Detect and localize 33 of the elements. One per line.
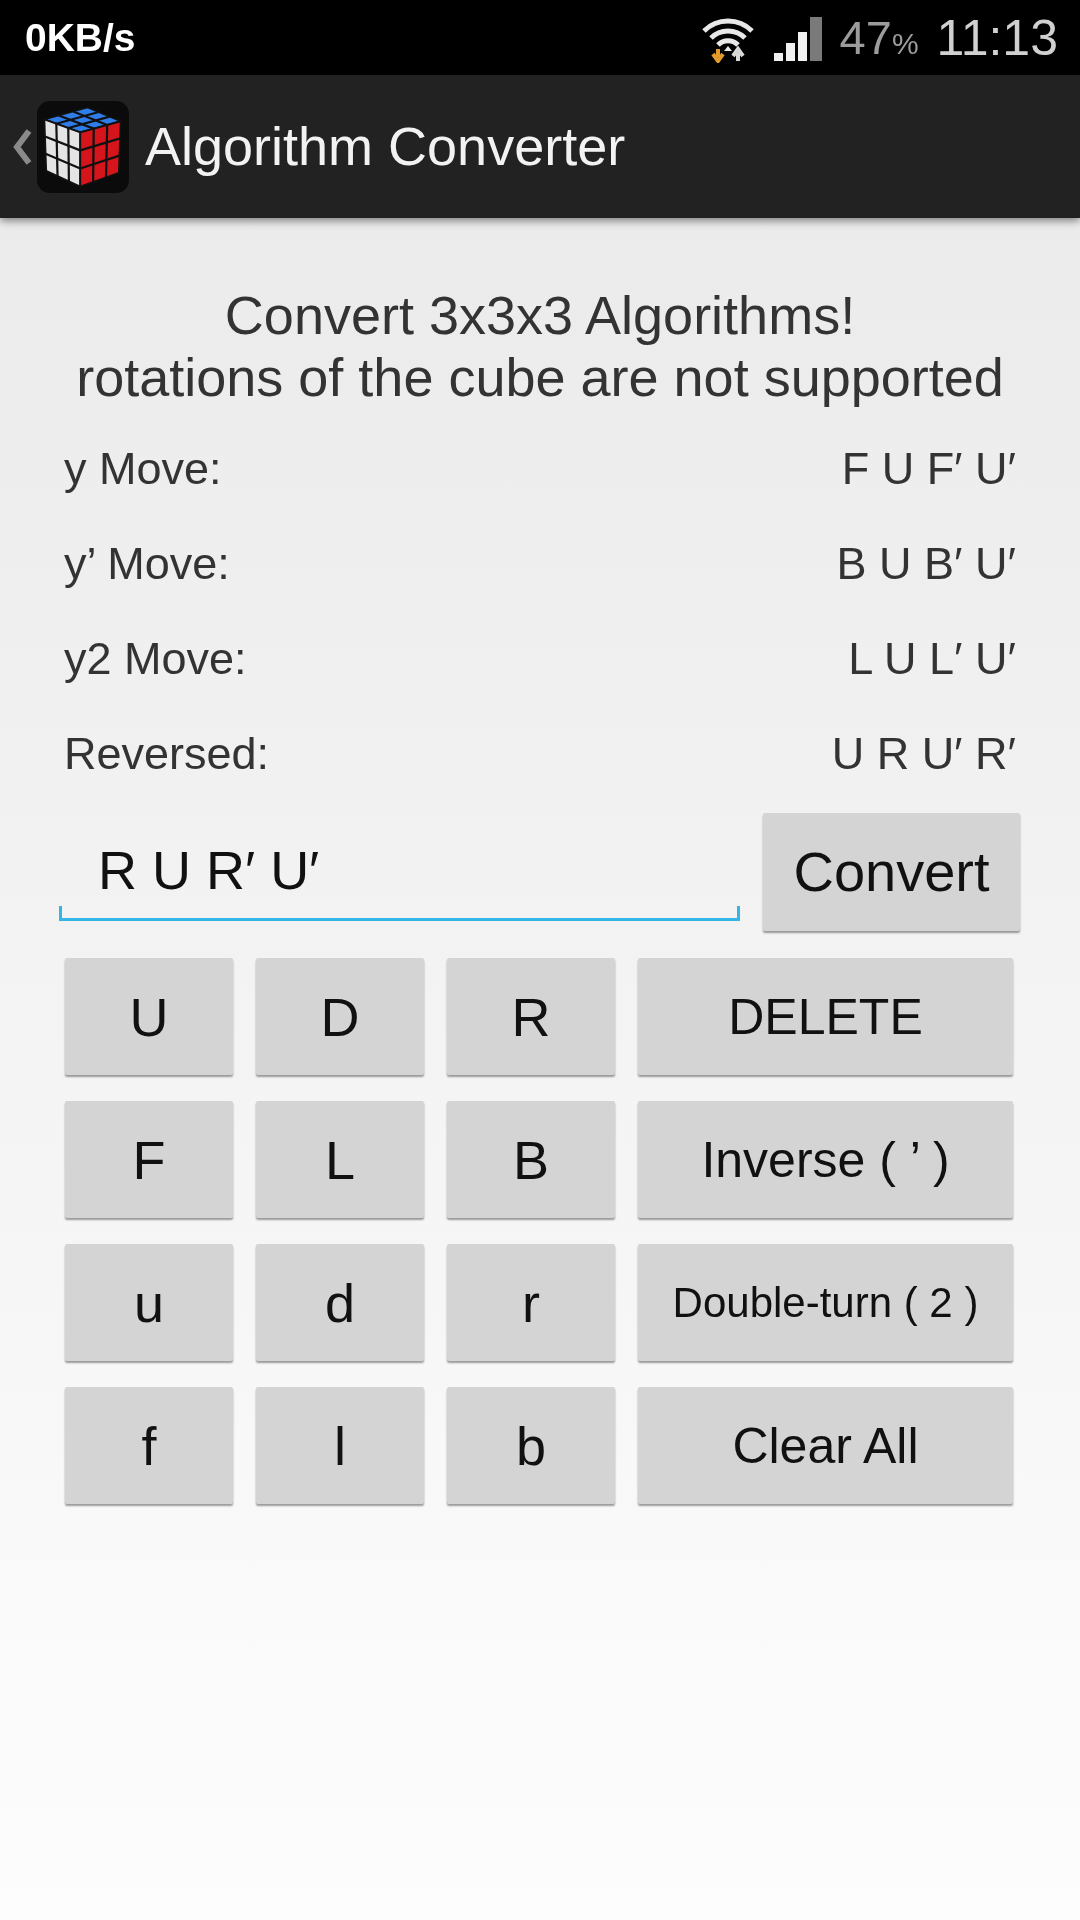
move-key-button[interactable]: b — [447, 1387, 615, 1504]
clock: 11:13 — [936, 12, 1058, 63]
result-label: y2 Move: — [64, 631, 247, 686]
result-value: F U F′ U′ — [841, 441, 1016, 496]
chevron-left-icon[interactable] — [12, 128, 32, 165]
action-button[interactable]: Double-turn ( 2 ) — [638, 1244, 1013, 1361]
move-key-button[interactable]: r — [447, 1244, 615, 1361]
move-key-button[interactable]: B — [447, 1101, 615, 1218]
result-value: L U L′ U′ — [848, 631, 1016, 686]
move-key-button[interactable]: U — [65, 958, 233, 1075]
action-button[interactable]: Clear All — [638, 1387, 1013, 1504]
move-key-button[interactable]: f — [65, 1387, 233, 1504]
signal-icon — [773, 14, 822, 61]
result-value: U R U′ R′ — [831, 726, 1016, 781]
convert-button[interactable]: Convert — [763, 813, 1020, 931]
intro-text: Convert 3x3x3 Algorithms! rotations of the cube are not supported — [76, 284, 1004, 408]
action-button[interactable]: DELETE — [638, 958, 1013, 1075]
move-key-button[interactable]: l — [256, 1387, 424, 1504]
network-speed: 0KB/s — [25, 18, 136, 57]
move-key-button[interactable]: D — [256, 958, 424, 1075]
app-title: Algorithm Converter — [145, 115, 626, 179]
result-label: y’ Move: — [64, 536, 230, 591]
result-label: Reversed: — [64, 726, 270, 781]
result-value: B U B′ U′ — [836, 536, 1016, 591]
move-key-button[interactable]: u — [65, 1244, 233, 1361]
action-button[interactable]: Inverse ( ’ ) — [638, 1101, 1013, 1218]
battery-percentage: 47% — [839, 14, 919, 61]
move-key-button[interactable]: L — [256, 1101, 424, 1218]
move-key-button[interactable]: F — [65, 1101, 233, 1218]
move-key-button[interactable]: d — [256, 1244, 424, 1361]
result-label: y Move: — [64, 441, 222, 496]
cube-icon[interactable] — [37, 99, 129, 194]
move-key-button[interactable]: R — [447, 958, 615, 1075]
